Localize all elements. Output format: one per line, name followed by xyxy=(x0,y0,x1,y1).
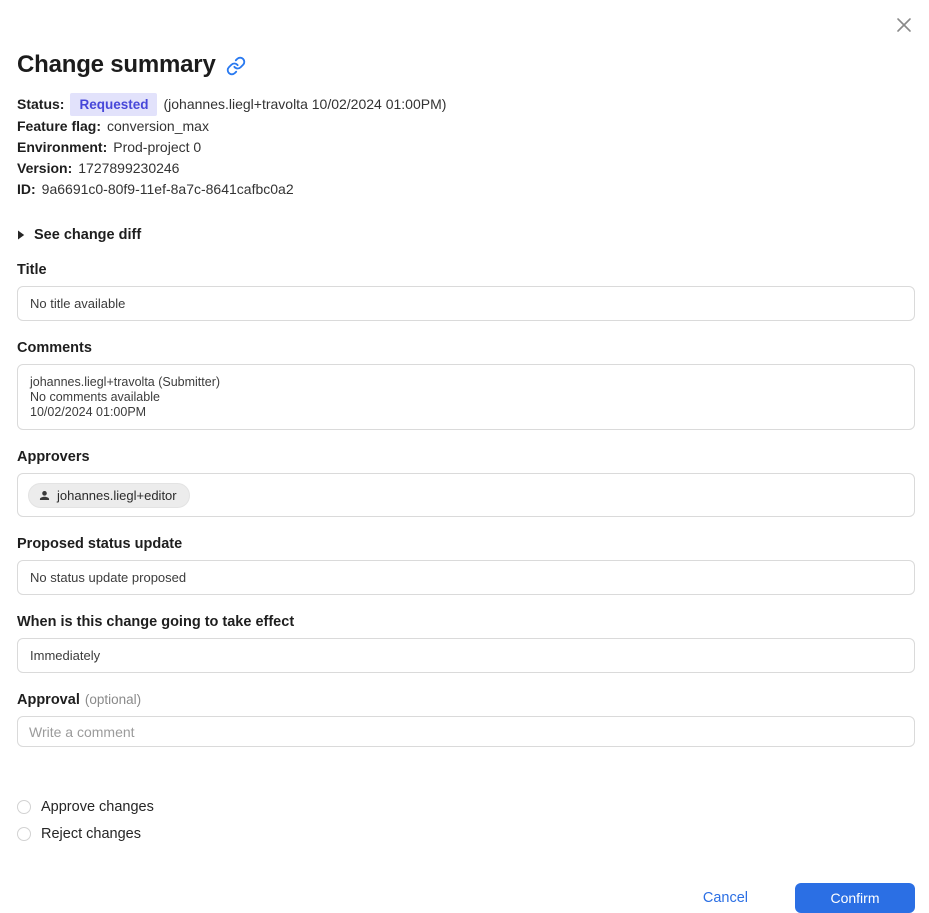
status-badge: Requested xyxy=(70,93,158,116)
status-suffix: (johannes.liegl+travolta 10/02/2024 01:0… xyxy=(163,96,447,112)
close-icon[interactable] xyxy=(892,13,916,37)
proposed-status-label: Proposed status update xyxy=(17,536,183,552)
approval-label: Approval xyxy=(17,692,80,708)
page-title: Change summary xyxy=(17,51,915,79)
approval-section: Approval (optional) xyxy=(17,692,915,747)
modal-title-text: Change summary xyxy=(17,51,216,78)
comments-section: Comments johannes.liegl+travolta (Submit… xyxy=(17,340,915,430)
comment-submitter-line: johannes.liegl+travolta (Submitter) xyxy=(30,375,221,389)
person-icon xyxy=(38,489,51,502)
feature-flag-row: Feature flag: conversion_max xyxy=(17,116,915,137)
version-row: Version: 1727899230246 xyxy=(17,158,915,179)
approvers-field: johannes.liegl+editor xyxy=(17,473,915,517)
approve-changes-radio[interactable]: Approve changes xyxy=(17,799,915,815)
metadata-block: Status: Requested (johannes.liegl+travol… xyxy=(17,93,915,200)
approval-label-row: Approval (optional) xyxy=(17,692,915,708)
proposed-status-section: Proposed status update No status update … xyxy=(17,536,915,595)
effect-timing-label: When is this change going to take effect xyxy=(17,614,295,630)
link-icon[interactable] xyxy=(226,56,246,76)
approver-chip[interactable]: johannes.liegl+editor xyxy=(28,482,190,508)
confirm-button[interactable]: Confirm xyxy=(795,883,915,913)
id-label: ID: xyxy=(17,181,36,197)
environment-value: Prod-project 0 xyxy=(113,139,202,155)
title-field-value: No title available xyxy=(30,296,126,311)
comment-timestamp-line: 10/02/2024 01:00PM xyxy=(30,405,147,419)
see-change-diff-toggle[interactable]: See change diff xyxy=(17,227,141,243)
feature-flag-label: Feature flag: xyxy=(17,118,102,134)
see-change-diff-label: See change diff xyxy=(34,227,142,243)
approvers-section: Approvers johannes.liegl+editor xyxy=(17,449,915,517)
status-label: Status: xyxy=(17,96,65,112)
environment-row: Environment: Prod-project 0 xyxy=(17,137,915,158)
approval-comment-input[interactable] xyxy=(17,716,915,747)
effect-timing-value: Immediately xyxy=(30,648,101,663)
status-row: Status: Requested (johannes.liegl+travol… xyxy=(17,93,915,116)
version-label: Version: xyxy=(17,160,73,176)
proposed-status-field: No status update proposed xyxy=(17,560,915,595)
decision-radio-group: Approve changes Reject changes xyxy=(17,799,915,842)
change-summary-modal: Change summary Status: Requested (johann… xyxy=(0,0,929,913)
id-value: 9a6691c0-80f9-11ef-8a7c-8641cafbc0a2 xyxy=(41,181,294,197)
approvers-section-label: Approvers xyxy=(17,449,90,465)
comments-section-label: Comments xyxy=(17,340,92,356)
reject-changes-label: Reject changes xyxy=(41,826,141,842)
comment-body-line: No comments available xyxy=(30,390,160,404)
chevron-right-icon xyxy=(18,230,25,240)
effect-timing-field: Immediately xyxy=(17,638,915,673)
id-row: ID: 9a6691c0-80f9-11ef-8a7c-8641cafbc0a2 xyxy=(17,179,915,200)
approve-changes-label: Approve changes xyxy=(41,799,154,815)
approval-optional-note: (optional) xyxy=(84,692,142,707)
title-section: Title No title available xyxy=(17,262,915,321)
approver-chip-label: johannes.liegl+editor xyxy=(57,487,177,503)
title-section-label: Title xyxy=(17,262,47,278)
comments-field: johannes.liegl+travolta (Submitter) No c… xyxy=(17,364,915,430)
cancel-button[interactable]: Cancel xyxy=(703,890,748,906)
effect-timing-section: When is this change going to take effect… xyxy=(17,614,915,673)
reject-changes-radio[interactable]: Reject changes xyxy=(17,826,915,842)
modal-footer: Cancel Confirm xyxy=(17,883,915,913)
environment-label: Environment: xyxy=(17,139,108,155)
feature-flag-value: conversion_max xyxy=(107,118,209,134)
radio-circle-icon xyxy=(17,827,31,841)
version-value: 1727899230246 xyxy=(78,160,180,176)
proposed-status-value: No status update proposed xyxy=(30,570,187,585)
title-field: No title available xyxy=(17,286,915,321)
radio-circle-icon xyxy=(17,800,31,814)
